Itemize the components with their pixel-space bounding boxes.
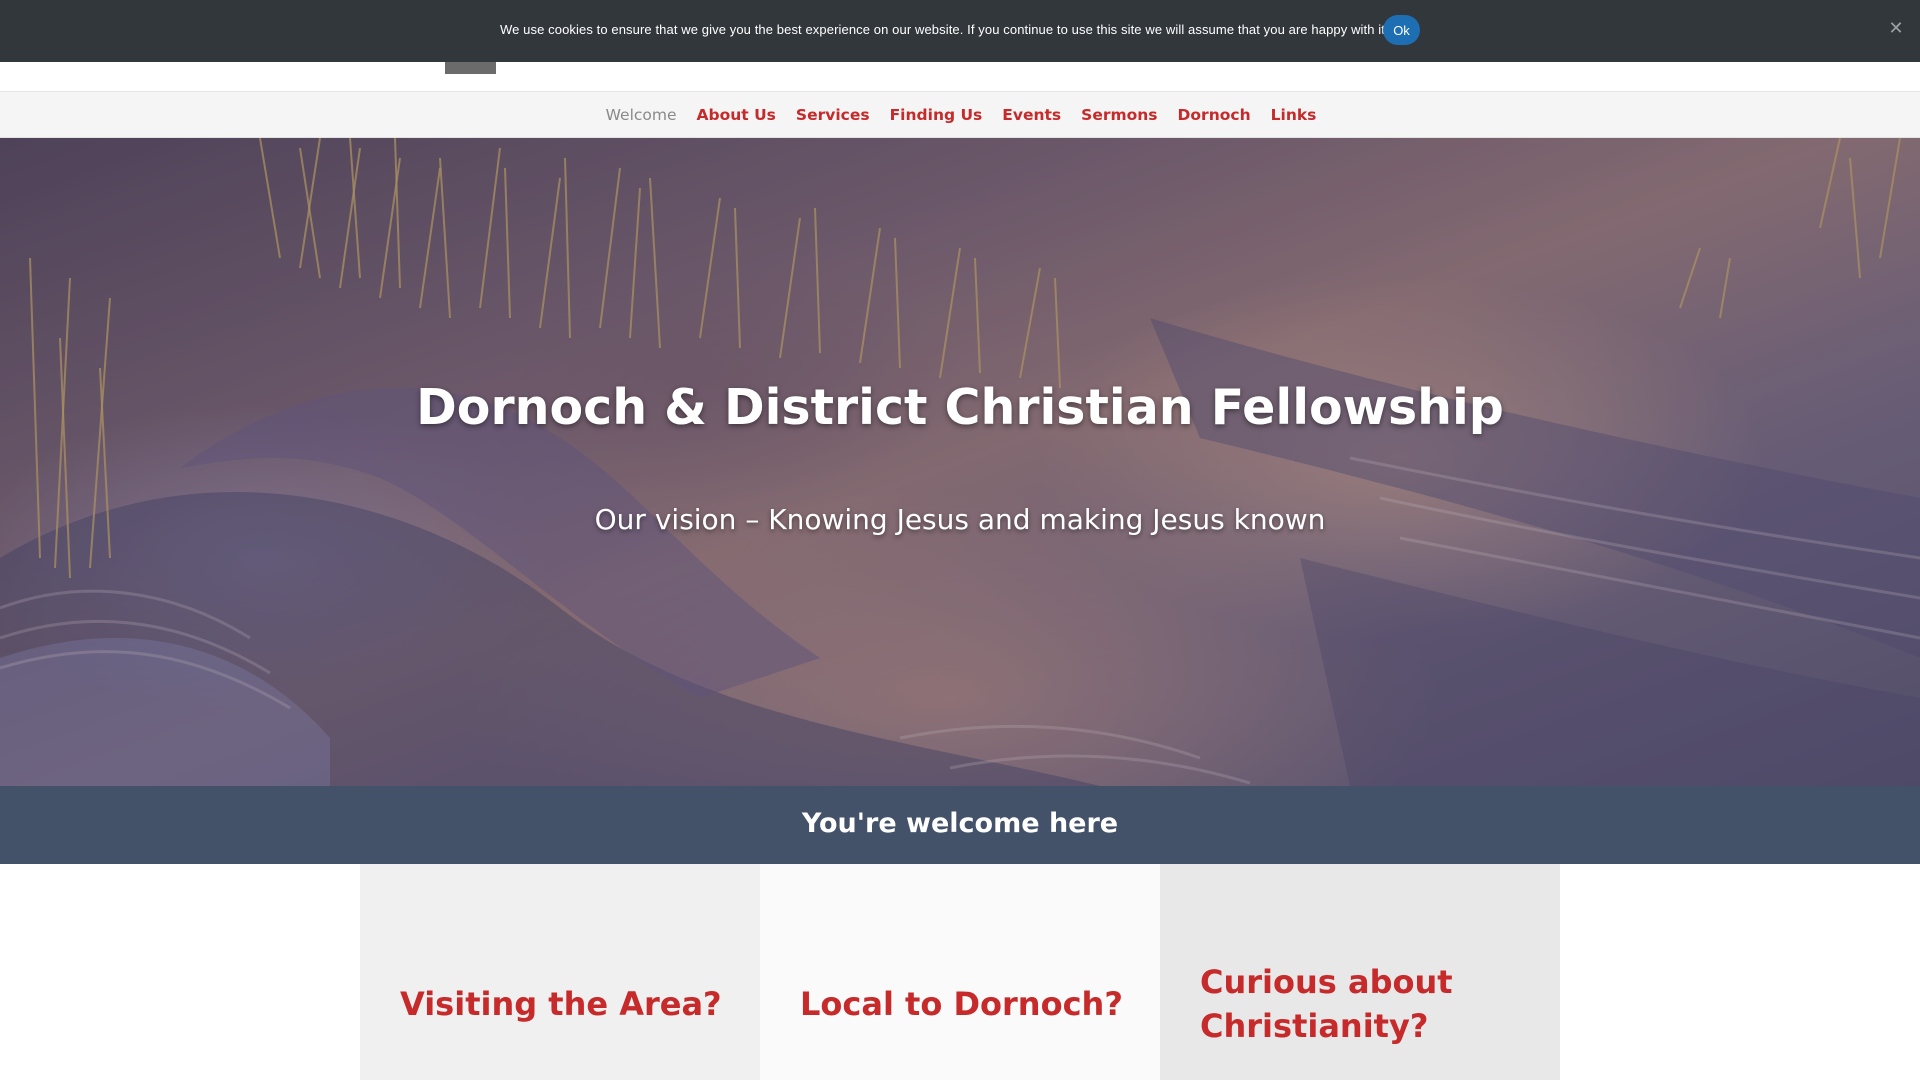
nav-item-about-us[interactable]: About Us [687, 106, 786, 124]
main-navigation: Welcome About Us Services Finding Us Eve… [0, 92, 1920, 138]
cookie-notice-bar: We use cookies to ensure that we give yo… [0, 0, 1920, 62]
nav-item-events[interactable]: Events [992, 106, 1071, 124]
nav-item-links[interactable]: Links [1261, 106, 1327, 124]
nav-item-sermons[interactable]: Sermons [1071, 106, 1167, 124]
card-visiting-the-area[interactable]: Visiting the Area? [360, 864, 760, 1080]
card-local-to-dornoch[interactable]: Local to Dornoch? [760, 864, 1160, 1080]
welcome-band: You're welcome here [0, 786, 1920, 864]
welcome-heading: You're welcome here [801, 808, 1119, 839]
nav-item-finding-us[interactable]: Finding Us [880, 106, 993, 124]
card-curious-about-christianity[interactable]: Curious about Christianity? [1160, 864, 1560, 1080]
welcome-cards: Visiting the Area? Local to Dornoch? Cur… [360, 864, 1560, 1080]
hero-title: Dornoch & District Christian Fellowship [416, 379, 1504, 436]
nav-item-dornoch[interactable]: Dornoch [1168, 106, 1261, 124]
nav-list: Welcome About Us Services Finding Us Eve… [0, 92, 1920, 138]
close-icon[interactable]: ✕ [1887, 20, 1905, 38]
nav-item-services[interactable]: Services [786, 106, 880, 124]
nav-item-welcome[interactable]: Welcome [596, 106, 687, 124]
card-title: Curious about Christianity? [1200, 963, 1453, 1045]
cookie-notice-text: We use cookies to ensure that we give yo… [500, 22, 1389, 37]
hero-subtitle: Our vision – Knowing Jesus and making Je… [594, 503, 1326, 536]
card-title: Visiting the Area? [400, 985, 722, 1023]
hero-overlay [0, 138, 1920, 786]
cookie-ok-button[interactable]: Ok [1383, 15, 1420, 45]
hero-banner: Dornoch & District Christian Fellowship … [0, 138, 1920, 786]
card-title: Local to Dornoch? [800, 985, 1123, 1023]
